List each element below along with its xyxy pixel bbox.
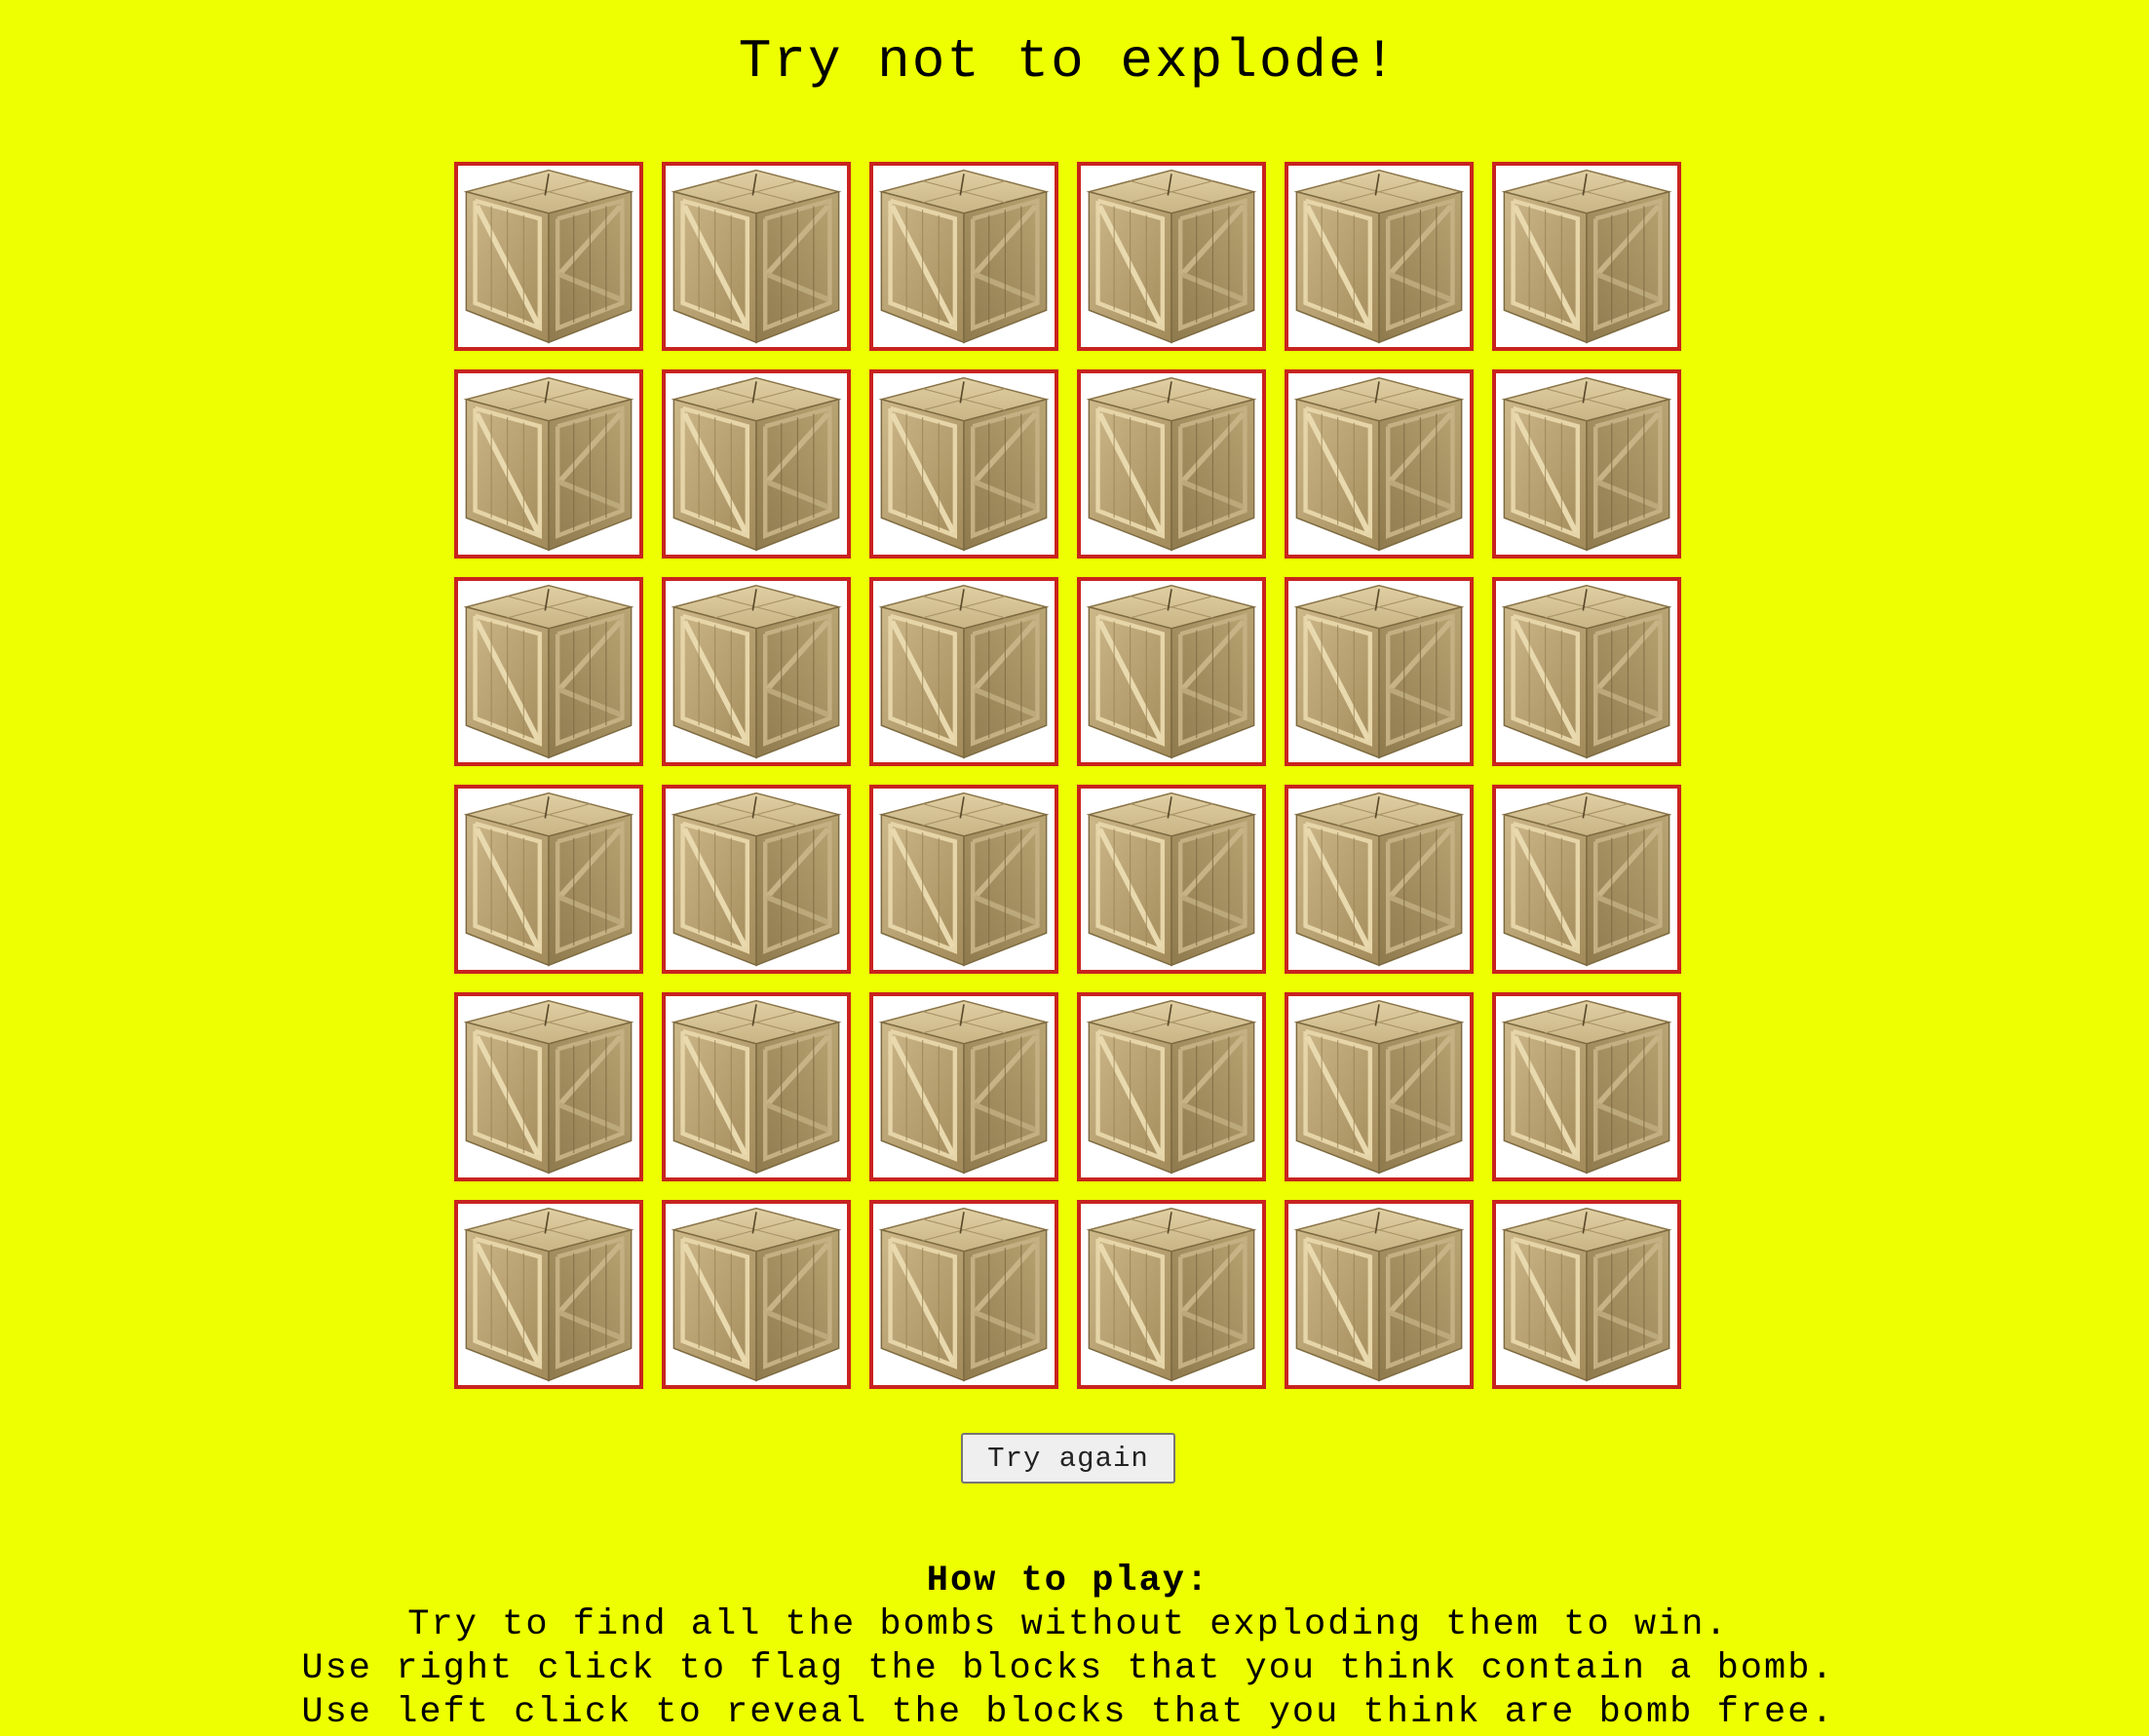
wooden-crate-icon [1289,582,1469,761]
wooden-crate-icon [1497,790,1676,969]
board-cell[interactable] [1285,577,1474,766]
board-cell[interactable] [1077,1200,1266,1389]
wooden-crate-icon [1082,582,1261,761]
board-cell[interactable] [662,992,851,1181]
instructions-heading: How to play: [926,1561,1210,1601]
wooden-crate-icon [1497,582,1676,761]
wooden-crate-icon [1289,167,1469,346]
wooden-crate-icon [1082,997,1261,1177]
wooden-crate-icon [874,997,1054,1177]
wooden-crate-icon [1289,997,1469,1177]
wooden-crate-icon [459,167,638,346]
board-cell[interactable] [1285,369,1474,559]
wooden-crate-icon [874,167,1054,346]
board-cell[interactable] [1492,577,1681,766]
try-again-button[interactable]: Try again [961,1433,1175,1484]
board-cell[interactable] [454,992,643,1181]
board-cell[interactable] [1492,1200,1681,1389]
wooden-crate-icon [667,1205,846,1384]
wooden-crate-icon [1289,790,1469,969]
instructions-line: Use right click to flag the blocks that … [301,1648,1835,1689]
wooden-crate-icon [667,374,846,554]
wooden-crate-icon [874,1205,1054,1384]
board-cell[interactable] [869,577,1058,766]
board-cell[interactable] [662,785,851,974]
board-cell[interactable] [869,785,1058,974]
board-cell[interactable] [869,1200,1058,1389]
wooden-crate-icon [874,790,1054,969]
board-cell[interactable] [1077,162,1266,351]
board-cell[interactable] [662,162,851,351]
wooden-crate-icon [1497,374,1676,554]
board-cell[interactable] [869,369,1058,559]
board-cell[interactable] [454,369,643,559]
wooden-crate-icon [1497,1205,1676,1384]
wooden-crate-icon [667,582,846,761]
board-cell[interactable] [1077,369,1266,559]
wooden-crate-icon [459,997,638,1177]
wooden-crate-icon [1082,167,1261,346]
board-cell[interactable] [454,162,643,351]
wooden-crate-icon [459,582,638,761]
wooden-crate-icon [1497,167,1676,346]
board-cell[interactable] [662,369,851,559]
board-cell[interactable] [1077,785,1266,974]
board-cell[interactable] [1285,785,1474,974]
instructions-line: Use left click to reveal the blocks that… [301,1692,1835,1733]
instructions: How to play: Try to find all the bombs w… [0,1560,2136,1735]
wooden-crate-icon [667,997,846,1177]
board-cell[interactable] [1077,992,1266,1181]
board-cell[interactable] [662,1200,851,1389]
board-cell[interactable] [869,992,1058,1181]
board-cell[interactable] [869,162,1058,351]
board-cell[interactable] [1285,1200,1474,1389]
wooden-crate-icon [667,167,846,346]
wooden-crate-icon [874,374,1054,554]
board-cell[interactable] [1492,785,1681,974]
wooden-crate-icon [1082,374,1261,554]
board-cell[interactable] [1285,992,1474,1181]
page-title: Try not to explode! [738,30,1399,93]
board-cell[interactable] [1492,992,1681,1181]
wooden-crate-icon [459,790,638,969]
board-cell[interactable] [1077,577,1266,766]
wooden-crate-icon [459,1205,638,1384]
wooden-crate-icon [1289,374,1469,554]
board-cell[interactable] [1492,162,1681,351]
board-cell[interactable] [1285,162,1474,351]
board-cell[interactable] [454,1200,643,1389]
wooden-crate-icon [1082,1205,1261,1384]
wooden-crate-icon [1497,997,1676,1177]
board-cell[interactable] [1492,369,1681,559]
instructions-line: Try to find all the bombs without explod… [407,1604,1729,1645]
wooden-crate-icon [874,582,1054,761]
wooden-crate-icon [1082,790,1261,969]
wooden-crate-icon [1289,1205,1469,1384]
board-cell[interactable] [662,577,851,766]
minesweeper-board [454,162,1681,1389]
wooden-crate-icon [667,790,846,969]
board-cell[interactable] [454,785,643,974]
board-cell[interactable] [454,577,643,766]
wooden-crate-icon [459,374,638,554]
